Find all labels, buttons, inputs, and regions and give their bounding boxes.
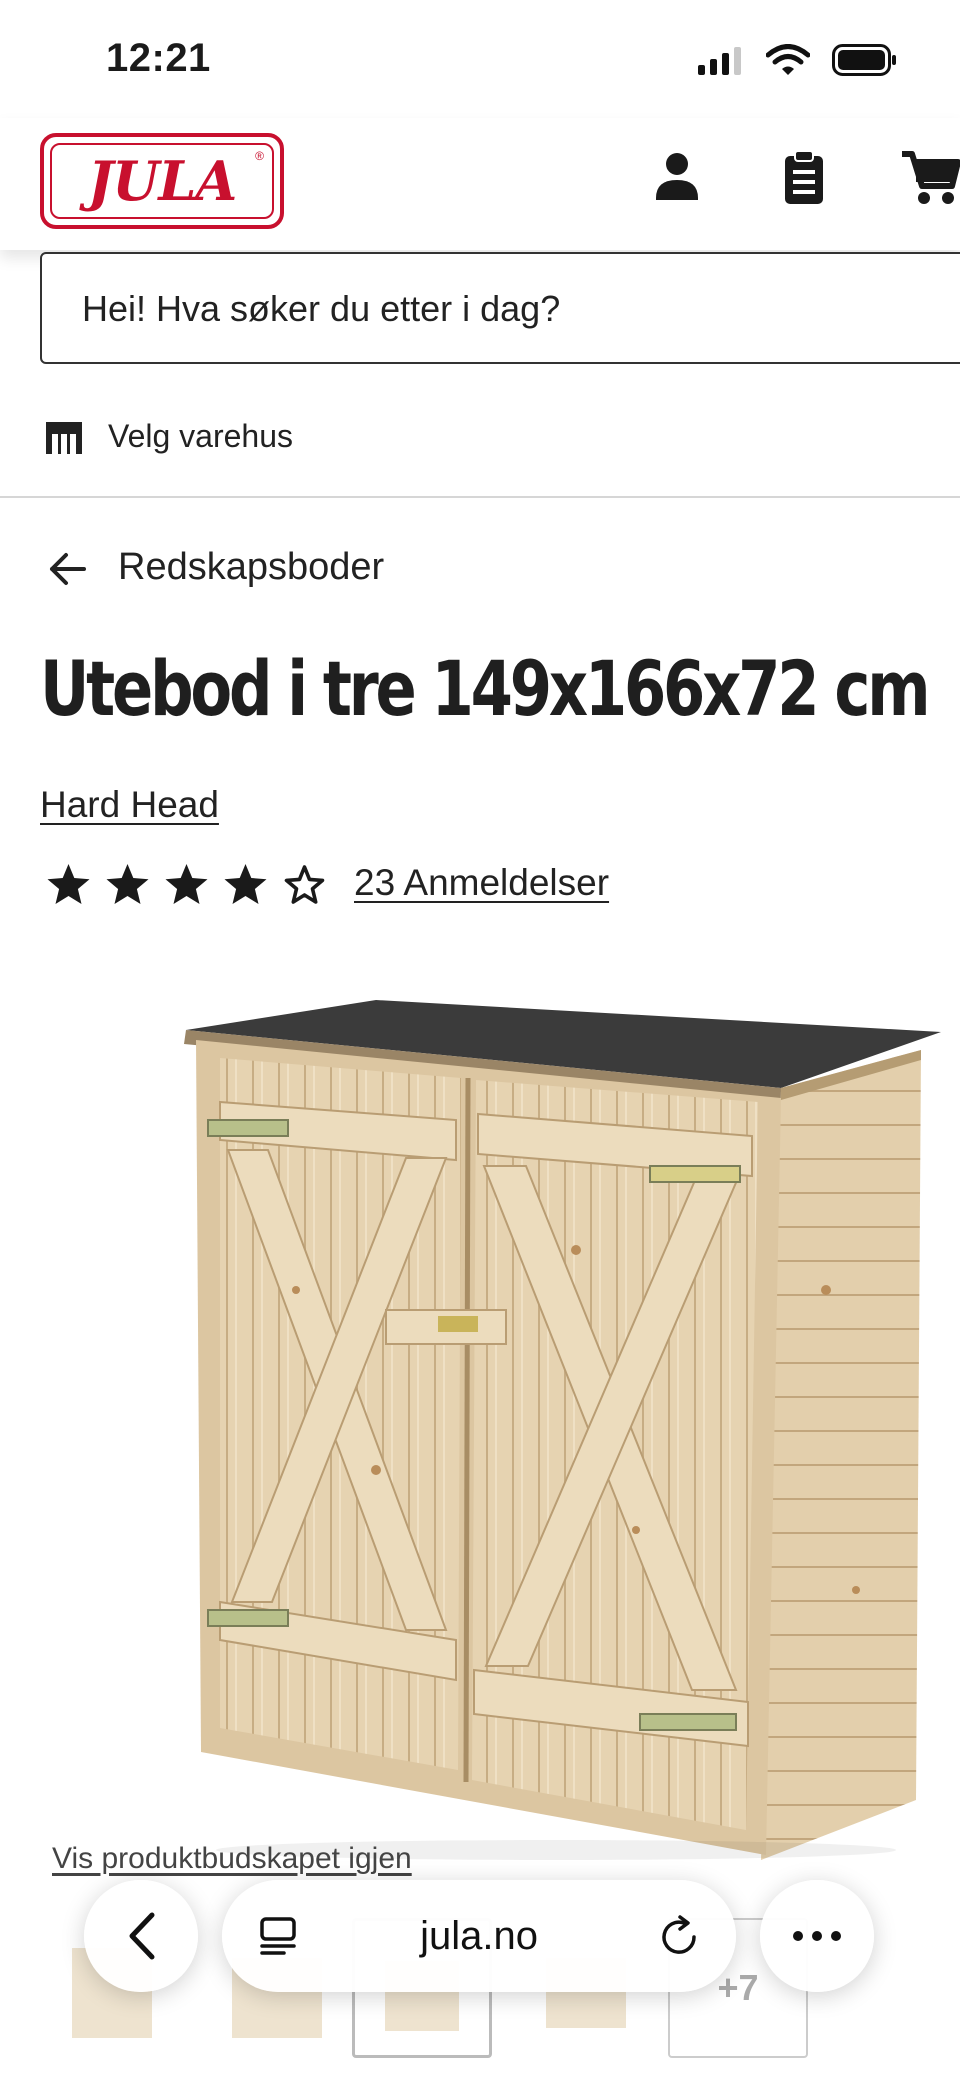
divider [0,496,960,498]
breadcrumb-link[interactable]: Redskapsboder [118,546,384,589]
shopping-list-icon[interactable] [782,150,826,206]
browser-more-button[interactable] [760,1880,874,1992]
url-text: jula.no [420,1913,538,1958]
show-product-message-link[interactable]: Vis produktbudskapet igjen [52,1842,412,1876]
store-icon [46,422,82,454]
jula-logo[interactable]: JULA ® [40,133,284,229]
star-filled-icon [47,864,90,904]
star-filled-icon [106,864,149,904]
logo-text: JULA [87,149,238,213]
status-icons [696,44,898,76]
logo-registered-mark: ® [255,149,264,163]
account-icon[interactable] [654,150,700,204]
search-placeholder: Hei! Hva søker du etter i dag? [82,288,561,329]
status-time: 12:21 [106,36,211,80]
reviews-link[interactable]: 23 Anmeldelser [354,862,609,904]
cellular-signal-icon [698,47,741,75]
product-image[interactable] [176,990,946,1860]
page-menu-icon[interactable] [258,1916,298,1956]
reload-icon[interactable] [660,1915,700,1957]
star-filled-icon [224,864,267,904]
address-bar[interactable]: jula.no [222,1880,736,1992]
more-options-icon [793,1931,841,1941]
browser-back-button[interactable] [84,1880,198,1992]
brand-link[interactable]: Hard Head [40,784,219,826]
back-arrow-icon[interactable] [48,552,88,586]
product-title: Utebod i tre 149x166x72 cm [40,644,931,733]
store-selector[interactable]: Velg varehus [108,418,293,455]
star-filled-icon [165,864,208,904]
wifi-icon [766,44,810,75]
battery-icon [832,44,896,76]
rating-stars [44,862,329,908]
star-empty-icon [284,865,325,904]
chevron-left-icon [129,1912,155,1960]
cart-icon[interactable] [900,150,960,206]
